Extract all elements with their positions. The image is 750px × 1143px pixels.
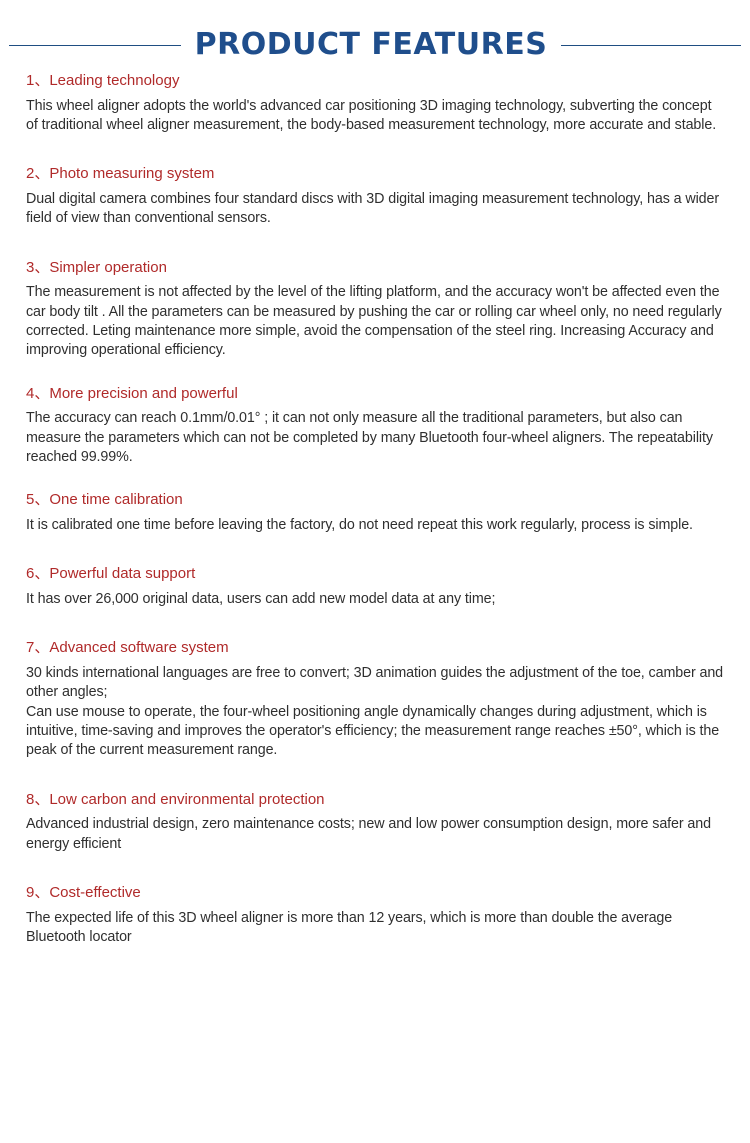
feature-heading-2: 2、Photo measuring system [26, 165, 724, 184]
feature-item-3: 3、Simpler operation The measurement is n… [26, 259, 724, 361]
feature-item-6: 6、Powerful data support It has over 26,0… [26, 565, 724, 609]
feature-title-7: Advanced software system [49, 639, 229, 657]
feature-title-9: Cost-effective [49, 883, 141, 901]
feature-heading-1: 1、Leading technology [26, 72, 724, 91]
header-rule-left [8, 44, 181, 46]
feature-heading-7: 7、Advanced software system [26, 639, 724, 658]
feature-item-2: 2、Photo measuring system Dual digital ca… [26, 165, 724, 228]
features-list: 1、Leading technology This wheel aligner … [0, 72, 750, 947]
feature-item-9: 9、Cost-effective The expected life of th… [26, 884, 724, 947]
feature-heading-3: 3、Simpler operation [26, 259, 724, 278]
feature-body-5: It is calibrated one time before leaving… [26, 517, 693, 534]
feature-item-8: 8、Low carbon and environmental protectio… [26, 791, 724, 854]
feature-heading-5: 5、One time calibration [26, 491, 724, 510]
page-title: PRODUCT FEATURES [194, 27, 548, 62]
feature-title-1: Leading technology [49, 72, 180, 89]
feature-title-3: Simpler operation [49, 258, 167, 276]
feature-body-3: The measurement is not affected by the l… [26, 284, 722, 359]
feature-body-8: Advanced industrial design, zero mainten… [26, 816, 711, 852]
feature-title-2: Photo measuring system [49, 165, 215, 183]
feature-title-4: More precision and powerful [49, 384, 238, 402]
feature-number-6: 6、 [26, 565, 50, 583]
feature-number-8: 8、 [26, 790, 50, 808]
feature-number-7: 7、 [26, 639, 50, 657]
feature-number-2: 2、 [26, 165, 50, 183]
feature-title-5: One time calibration [49, 491, 183, 509]
feature-body-1: This wheel aligner adopts the world's ad… [26, 97, 717, 134]
feature-body-9: The expected life of this 3D wheel align… [26, 909, 673, 945]
feature-number-4: 4、 [26, 384, 50, 402]
feature-body-2: Dual digital camera combines four standa… [26, 191, 720, 227]
product-features-page: PRODUCT FEATURES 1、Leading technology Th… [0, 0, 750, 1143]
feature-heading-8: 8、Low carbon and environmental protectio… [26, 791, 724, 810]
feature-title-8: Low carbon and environmental protection [49, 790, 325, 808]
header-rule-right [561, 44, 742, 46]
feature-number-1: 1、 [26, 72, 50, 89]
feature-item-1: 1、Leading technology This wheel aligner … [26, 72, 724, 135]
feature-item-5: 5、One time calibration It is calibrated … [26, 491, 724, 535]
feature-body-7: 30 kinds international languages are fre… [26, 665, 724, 759]
feature-number-9: 9、 [26, 883, 50, 901]
feature-item-4: 4、More precision and powerful The accura… [26, 385, 724, 468]
feature-heading-9: 9、Cost-effective [26, 884, 724, 903]
feature-body-4: The accuracy can reach 0.1mm/0.01° ; it … [26, 410, 713, 465]
feature-item-7: 7、Advanced software system 30 kinds inte… [26, 639, 724, 760]
feature-number-3: 3、 [26, 258, 50, 276]
feature-heading-6: 6、Powerful data support [26, 565, 724, 584]
feature-body-6: It has over 26,000 original data, users … [26, 591, 496, 608]
feature-number-5: 5、 [26, 491, 50, 509]
feature-heading-4: 4、More precision and powerful [26, 385, 724, 404]
page-header: PRODUCT FEATURES [0, 0, 750, 72]
feature-title-6: Powerful data support [49, 565, 196, 583]
